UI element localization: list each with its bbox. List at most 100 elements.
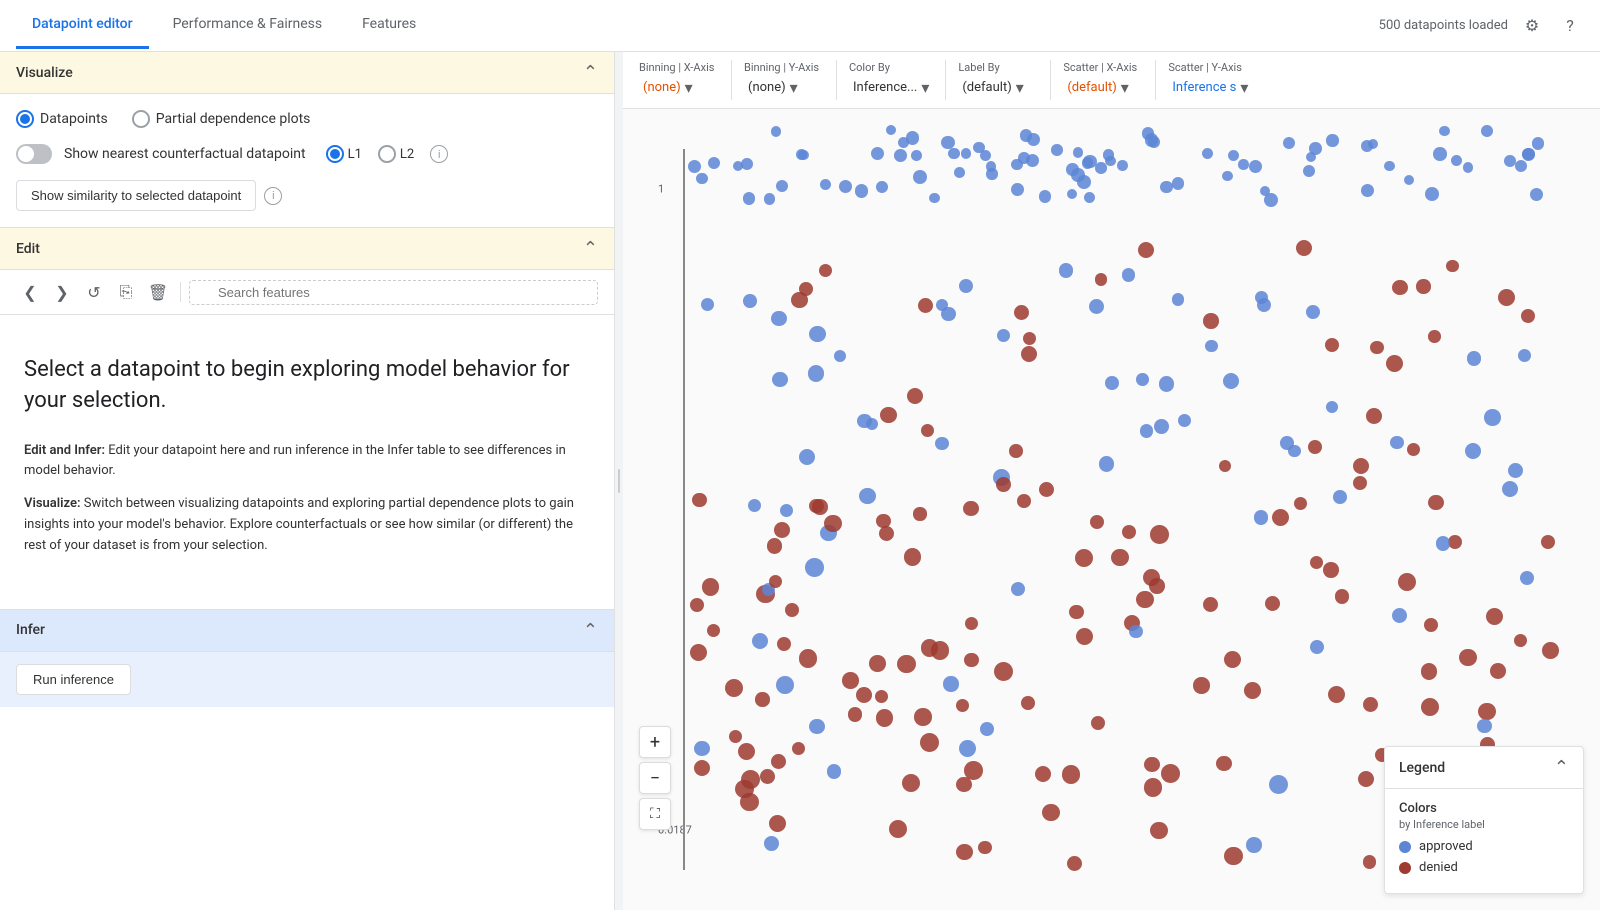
scatter-dot-approved[interactable] — [1122, 268, 1136, 282]
scatter-dot-denied[interactable] — [876, 709, 894, 727]
scatter-dot-denied[interactable] — [1323, 562, 1339, 578]
scatter-dot-denied[interactable] — [1448, 535, 1462, 549]
forward-icon[interactable]: ❯ — [48, 278, 76, 306]
scatter-dot-denied[interactable] — [996, 477, 1011, 492]
scatter-dot-denied[interactable] — [819, 264, 832, 277]
scatter-dot-denied[interactable] — [1193, 677, 1209, 693]
scatter-dot-denied[interactable] — [707, 624, 720, 637]
delete-icon[interactable]: 🗑 — [144, 278, 172, 306]
scatter-dot-approved[interactable] — [805, 558, 824, 577]
tab-features[interactable]: Features — [346, 2, 432, 49]
scatter-dot-denied[interactable] — [918, 298, 933, 313]
scatter-dot-denied[interactable] — [1386, 355, 1403, 372]
scatter-dot-denied[interactable] — [1353, 476, 1367, 490]
scatter-dot-denied[interactable] — [1521, 309, 1535, 323]
scatter-dot-denied[interactable] — [1498, 289, 1515, 306]
scatter-dot-denied[interactable] — [1392, 280, 1408, 296]
l-info-icon[interactable]: i — [430, 145, 448, 163]
scatter-dot-denied[interactable] — [791, 292, 807, 308]
scatter-dot-approved[interactable] — [776, 180, 788, 192]
scatter-dot-denied[interactable] — [1272, 509, 1289, 526]
scatter-dot-approved[interactable] — [1059, 263, 1073, 277]
scatter-dot-approved[interactable] — [764, 193, 776, 205]
scatter-dot-approved[interactable] — [871, 147, 884, 160]
scatter-dot-denied[interactable] — [1428, 495, 1443, 510]
scatter-dot-denied[interactable] — [1144, 757, 1160, 773]
scatter-dot-denied[interactable] — [963, 501, 979, 517]
scatter-dot-approved[interactable] — [1269, 775, 1288, 794]
scatter-dot-denied[interactable] — [869, 655, 886, 672]
scatter-dot-approved[interactable] — [1518, 349, 1532, 363]
scatter-dot-denied[interactable] — [1335, 589, 1350, 604]
search-features-input[interactable] — [189, 280, 598, 305]
infer-section-header[interactable]: Infer ⌃ — [0, 610, 614, 652]
similarity-button[interactable]: Show similarity to selected datapoint — [16, 180, 256, 211]
scatter-dot-denied[interactable] — [1023, 332, 1036, 345]
scatter-dot-denied[interactable] — [875, 690, 888, 703]
history-icon[interactable]: ↺ — [80, 278, 108, 306]
scatter-dot-denied[interactable] — [1296, 240, 1312, 256]
scatter-dot-denied[interactable] — [741, 770, 760, 789]
scatter-dot-denied[interactable] — [1490, 663, 1506, 679]
scatter-dot-denied[interactable] — [1009, 444, 1023, 458]
scatter-dot-approved[interactable] — [1303, 165, 1315, 177]
scatter-dot-denied[interactable] — [956, 699, 969, 712]
scatter-dot-denied[interactable] — [1216, 756, 1232, 772]
scatter-dot-approved[interactable] — [1222, 171, 1233, 182]
scatter-dot-denied[interactable] — [1514, 634, 1527, 647]
color-by-select[interactable]: Inference... ▾ — [849, 76, 933, 99]
scatter-dot-denied[interactable] — [921, 424, 934, 437]
scatter-dot-approved[interactable] — [959, 279, 973, 293]
scatter-dot-denied[interactable] — [964, 653, 978, 667]
radio-partial-dependence[interactable]: Partial dependence plots — [132, 110, 311, 128]
scatter-dot-approved[interactable] — [1159, 376, 1175, 392]
scatter-dot-approved[interactable] — [1077, 175, 1091, 189]
scatter-dot-approved[interactable] — [688, 160, 701, 173]
scatter-dot-approved[interactable] — [1084, 192, 1095, 203]
scatter-dot-approved[interactable] — [771, 126, 782, 137]
scatter-dot-denied[interactable] — [1370, 341, 1384, 355]
scatter-dot-denied[interactable] — [907, 388, 923, 404]
scatter-dot-denied[interactable] — [1398, 573, 1416, 591]
scatter-dot-approved[interactable] — [1520, 571, 1534, 585]
similarity-info-icon[interactable]: i — [264, 187, 282, 205]
scatter-dot-approved[interactable] — [935, 437, 948, 450]
scatter-dot-approved[interactable] — [973, 142, 985, 154]
scatter-dot-denied[interactable] — [964, 761, 983, 780]
scatter-dot-approved[interactable] — [859, 488, 875, 504]
scatter-dot-denied[interactable] — [1203, 597, 1218, 612]
help-icon[interactable]: ? — [1556, 12, 1584, 40]
l1-radio[interactable]: L1 — [326, 145, 362, 163]
scatter-dot-denied[interactable] — [842, 672, 859, 689]
scatter-dot-denied[interactable] — [1075, 549, 1093, 567]
scatter-dot-denied[interactable] — [767, 538, 782, 553]
scatter-dot-approved[interactable] — [743, 294, 757, 308]
scatter-dot-denied[interactable] — [1363, 855, 1377, 869]
legend-collapse-icon[interactable]: ⌃ — [1554, 757, 1569, 778]
scatter-dot-denied[interactable] — [1325, 338, 1339, 352]
scatter-dot-denied[interactable] — [692, 493, 707, 508]
scatter-dot-denied[interactable] — [848, 707, 862, 721]
scatter-dot-denied[interactable] — [1122, 525, 1136, 539]
scatter-dot-denied[interactable] — [1244, 682, 1261, 699]
scatter-dot-denied[interactable] — [725, 679, 743, 697]
scatter-dot-approved[interactable] — [1283, 137, 1295, 149]
binning-x-select[interactable]: (none) ▾ — [639, 76, 719, 99]
scatter-dot-approved[interactable] — [1508, 463, 1523, 478]
scatter-dot-approved[interactable] — [1404, 175, 1414, 185]
scatter-dot-approved[interactable] — [1433, 147, 1447, 161]
scatter-dot-approved[interactable] — [1502, 481, 1518, 497]
scatter-y-select[interactable]: Inference s ▾ — [1168, 76, 1252, 99]
scatter-dot-denied[interactable] — [1328, 686, 1345, 703]
visualize-section-header[interactable]: Visualize ⌃ — [0, 52, 614, 94]
scatter-dot-denied[interactable] — [1478, 703, 1496, 721]
label-by-select[interactable]: (default) ▾ — [958, 76, 1038, 99]
scatter-dot-denied[interactable] — [978, 841, 991, 854]
scatter-dot-denied[interactable] — [1067, 856, 1082, 871]
scatter-dot-approved[interactable] — [1515, 160, 1527, 172]
scatter-dot-denied[interactable] — [1366, 408, 1382, 424]
scatter-dot-approved[interactable] — [1067, 189, 1078, 200]
scatter-dot-approved[interactable] — [1172, 177, 1184, 189]
scatter-dot-denied[interactable] — [889, 820, 907, 838]
scatter-dot-approved[interactable] — [1477, 719, 1491, 733]
